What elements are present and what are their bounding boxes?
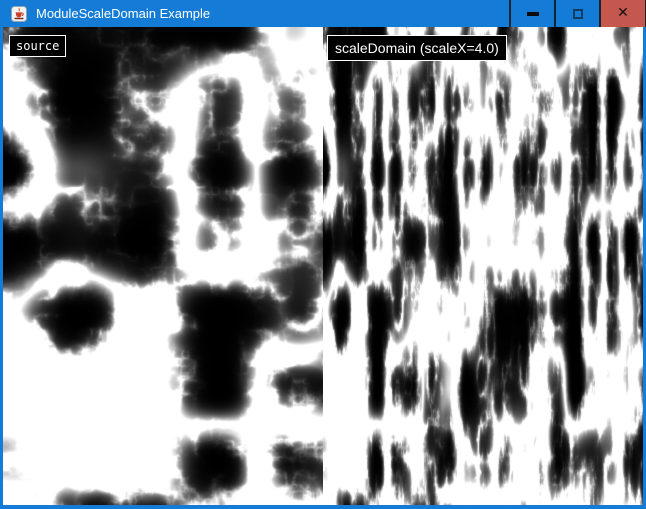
source-noise-canvas — [3, 27, 323, 505]
titlebar[interactable]: ModuleScaleDomain Example ✕ — [0, 0, 646, 27]
render-area: source scaleDomain (scaleX=4.0) — [3, 27, 643, 505]
java-coffee-cup-icon — [11, 6, 27, 22]
close-button[interactable]: ✕ — [599, 0, 646, 27]
maximize-icon — [573, 9, 583, 19]
minimize-icon — [527, 12, 539, 16]
window-controls: ✕ — [509, 0, 646, 27]
close-icon: ✕ — [617, 6, 629, 20]
minimize-button[interactable] — [509, 0, 554, 27]
source-label: source — [9, 35, 66, 57]
app-window: ModuleScaleDomain Example ✕ source scale… — [0, 0, 646, 509]
scaledomain-panel: scaleDomain (scaleX=4.0) — [323, 27, 643, 505]
scaledomain-label: scaleDomain (scaleX=4.0) — [327, 35, 507, 61]
window-title: ModuleScaleDomain Example — [36, 0, 210, 27]
maximize-button[interactable] — [554, 0, 599, 27]
source-panel: source — [3, 27, 323, 505]
scaledomain-noise-canvas — [323, 27, 643, 505]
